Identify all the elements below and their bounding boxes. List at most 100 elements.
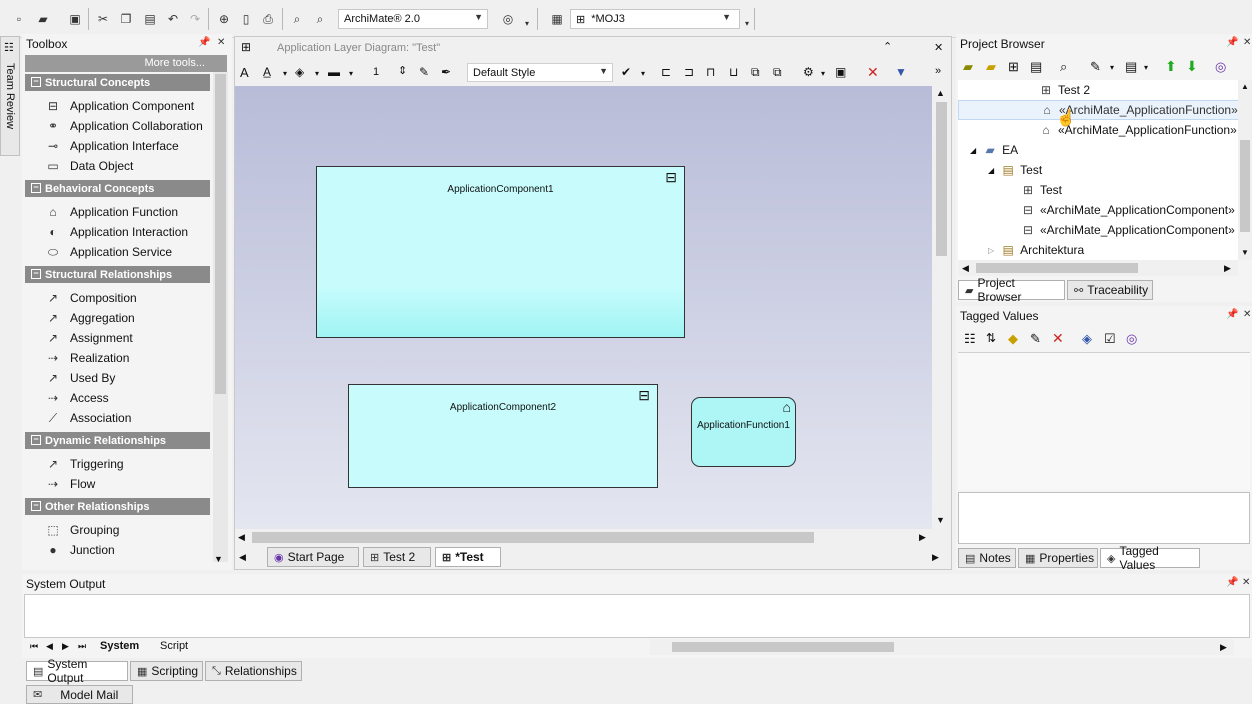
same-width-icon[interactable]: ⧉: [751, 65, 760, 80]
dropdown-arrow-icon[interactable]: ▾: [283, 69, 287, 78]
print-preview-icon[interactable]: ⊕: [215, 10, 233, 28]
toolbox-scrollbar-thumb[interactable]: [215, 74, 226, 394]
project-tree-vertical-scrollbar[interactable]: ▲ ▼: [1238, 80, 1252, 260]
next-page-icon[interactable]: ▶: [62, 641, 69, 652]
search-model-icon[interactable]: ⌕: [311, 10, 329, 28]
open-folder-icon[interactable]: ▰: [34, 10, 52, 28]
chevron-right-icon[interactable]: ▶: [919, 532, 926, 543]
tree-item-application-component[interactable]: ⊟ «ArchiMate_ApplicationComponent»: [1020, 220, 1235, 240]
tool-application-interface[interactable]: ⊸ Application Interface: [45, 136, 179, 156]
new-folder-icon[interactable]: ▰: [986, 59, 996, 75]
tree-item-test-diagram[interactable]: ⊞ Test: [1020, 180, 1062, 200]
same-height-icon[interactable]: ⧉: [773, 65, 782, 80]
expand-arrow-icon[interactable]: ◢: [988, 166, 994, 175]
tool-application-function[interactable]: ⌂ Application Function: [45, 202, 178, 222]
tool-application-interaction[interactable]: ◐ Application Interaction: [45, 222, 188, 242]
dropdown-arrow-icon[interactable]: ▾: [518, 14, 536, 32]
section-behavioral-concepts[interactable]: − Behavioral Concepts: [25, 180, 210, 197]
paint-brush-icon[interactable]: ✎: [419, 65, 429, 79]
tool-composition[interactable]: ↗ Composition: [45, 288, 137, 308]
tool-data-object[interactable]: ▭ Data Object: [45, 156, 133, 176]
new-icon[interactable]: ▫: [10, 10, 28, 28]
tag-icon[interactable]: ◈: [1082, 331, 1092, 347]
categorized-icon[interactable]: ☷: [964, 331, 976, 347]
tool-access[interactable]: ⇢ Access: [45, 388, 109, 408]
tree-item-test-2-diagram[interactable]: ⊞ Test 2: [1038, 80, 1090, 100]
tree-item-ea-model[interactable]: ◢ ▰ EA: [970, 140, 1018, 160]
chevron-up-icon[interactable]: ▲: [936, 88, 945, 98]
first-page-icon[interactable]: ⏮: [30, 641, 38, 652]
system-output-horizontal-scrollbar[interactable]: ▶: [650, 639, 1234, 655]
paste-icon[interactable]: ▤: [141, 10, 159, 28]
pin-icon[interactable]: 📌: [1226, 309, 1238, 320]
chevron-right-icon[interactable]: ▶: [1224, 263, 1231, 274]
target-icon[interactable]: ◎: [1215, 59, 1226, 75]
eyedropper-icon[interactable]: ✒: [441, 65, 451, 79]
new-package-icon[interactable]: ▰: [963, 59, 973, 75]
find-icon[interactable]: ⌕: [288, 10, 306, 28]
application-component-2[interactable]: ApplicationComponent2 ⊟: [348, 384, 658, 488]
tab-tagged-values[interactable]: ◈ Tagged Values: [1100, 544, 1200, 572]
tree-item-application-component[interactable]: ⊟ «ArchiMate_ApplicationComponent»: [1020, 200, 1235, 220]
dropdown-arrow-icon[interactable]: ▾: [1110, 63, 1114, 72]
diagram-vertical-scrollbar[interactable]: ▲ ▼: [933, 86, 950, 529]
tool-application-component[interactable]: ⊟ Application Component: [45, 96, 194, 116]
tree-item-application-function-selected[interactable]: ⌂ «ArchiMate_ApplicationFunction» A: [958, 100, 1238, 120]
section-other-relationships[interactable]: − Other Relationships: [25, 498, 210, 515]
chevron-down-icon[interactable]: ▼: [1241, 248, 1249, 257]
scrollbar-thumb[interactable]: [1240, 140, 1250, 232]
section-structural-relationships[interactable]: − Structural Relationships: [25, 266, 210, 283]
model-perspective-combo[interactable]: ArchiMate® 2.0 ▼: [338, 9, 488, 29]
tool-application-service[interactable]: ⬭ Application Service: [45, 242, 172, 262]
save-icon[interactable]: ▣: [66, 10, 84, 28]
chevron-down-icon[interactable]: ▼: [936, 515, 945, 525]
page-setup-icon[interactable]: ▯: [237, 10, 255, 28]
expand-arrow-icon[interactable]: ▷: [988, 246, 994, 255]
tool-association[interactable]: ⟋ Association: [45, 408, 132, 428]
layout-icon[interactable]: ⚙: [803, 65, 814, 79]
delete-tag-icon[interactable]: ✕: [1052, 330, 1064, 347]
dropdown-arrow-icon[interactable]: ▾: [821, 69, 825, 78]
tab-test-2[interactable]: ⊞ Test 2: [363, 547, 431, 567]
redo-icon[interactable]: ↷: [186, 10, 204, 28]
checklist-icon[interactable]: ☑: [1104, 331, 1116, 347]
close-icon[interactable]: ✕: [1242, 577, 1250, 588]
tool-junction[interactable]: ● Junction: [45, 540, 114, 560]
line-width-value[interactable]: 1: [373, 66, 379, 78]
apply-style-icon[interactable]: ✔: [621, 65, 631, 79]
copy-icon[interactable]: ❐: [117, 10, 135, 28]
last-page-icon[interactable]: ⏭: [78, 641, 86, 652]
chevron-right-icon[interactable]: ▶: [1220, 642, 1227, 653]
tab-project-browser[interactable]: ▰ Project Browser: [958, 276, 1065, 304]
tool-aggregation[interactable]: ↗ Aggregation: [45, 308, 135, 328]
new-element-icon[interactable]: ▤: [1030, 59, 1042, 75]
tab-system[interactable]: System: [100, 640, 139, 652]
dropdown-arrow-icon[interactable]: ▾: [349, 69, 353, 78]
project-tree-horizontal-scrollbar[interactable]: ◀ ▶: [958, 260, 1238, 276]
tab-properties[interactable]: ▦ Properties: [1018, 548, 1098, 568]
tab-traceability[interactable]: ⚯ Traceability: [1067, 280, 1153, 300]
align-top-icon[interactable]: ⊓: [706, 65, 715, 79]
cut-icon[interactable]: ✂: [94, 10, 112, 28]
print-icon[interactable]: ⎙: [259, 10, 277, 28]
chevron-left-icon[interactable]: ◀: [239, 552, 246, 563]
close-icon[interactable]: ✕: [1243, 309, 1251, 320]
application-function-1[interactable]: ApplicationFunction1 ⌂: [691, 397, 796, 467]
chevron-up-icon[interactable]: ▲: [1241, 82, 1249, 91]
find-in-project-icon[interactable]: ⌕: [1060, 59, 1067, 75]
tool-application-collaboration[interactable]: ⚭ Application Collaboration: [45, 116, 203, 136]
section-structural-concepts[interactable]: − Structural Concepts: [25, 74, 210, 91]
move-up-icon[interactable]: ⬆: [1165, 58, 1177, 75]
sort-alpha-icon[interactable]: ⇅: [986, 331, 996, 345]
target-icon[interactable]: ◎: [499, 10, 517, 28]
chevron-right-icon[interactable]: ▶: [932, 552, 939, 563]
pin-icon[interactable]: 📌: [198, 37, 210, 48]
spin-stepper-icon[interactable]: ⇕: [398, 64, 407, 77]
properties-icon[interactable]: ✎: [1090, 59, 1101, 75]
tab-scripting[interactable]: ▦ Scripting: [130, 661, 203, 681]
pin-icon[interactable]: 📌: [1226, 577, 1238, 588]
align-bottom-icon[interactable]: ⊔: [729, 65, 738, 79]
diagram-canvas[interactable]: ApplicationComponent1 ⊟ ApplicationCompo…: [235, 86, 932, 529]
font-color-icon[interactable]: A̲: [263, 65, 271, 79]
tool-realization[interactable]: ⇢ Realization: [45, 348, 129, 368]
